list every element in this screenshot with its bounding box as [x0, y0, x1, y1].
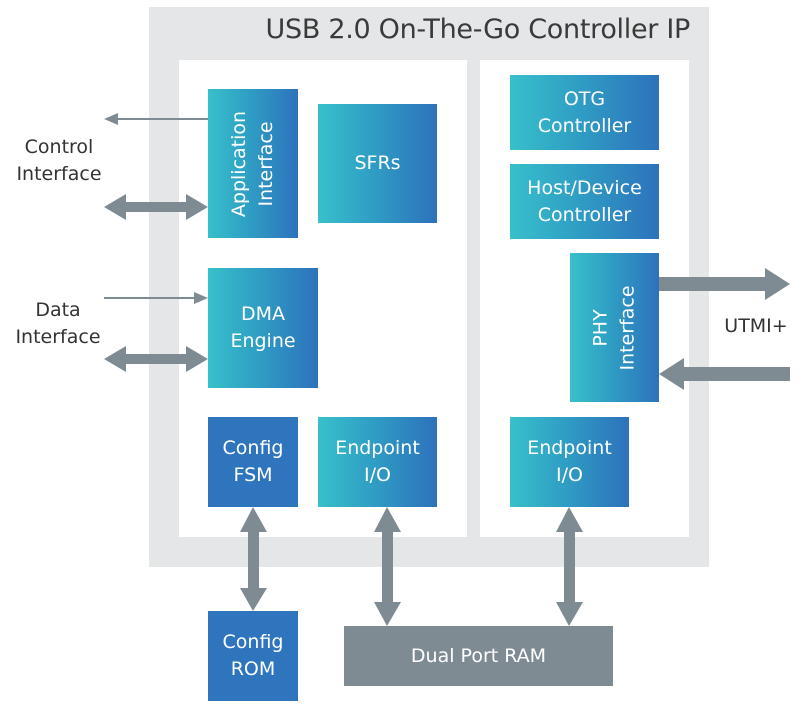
endpoint-right-ram-arrow	[556, 507, 583, 626]
connection-arrows	[104, 113, 790, 626]
data-bidirectional-arrow	[104, 346, 208, 372]
utmi-out-arrow	[659, 268, 790, 300]
config-fsm-rom-arrow	[240, 507, 267, 590]
config-rom-arrowhead	[240, 588, 267, 611]
endpoint-left-ram-arrow	[374, 507, 401, 626]
data-in-arrow	[104, 292, 208, 304]
control-out-arrow	[104, 113, 208, 125]
utmi-in-arrow	[659, 358, 790, 390]
control-bidirectional-arrow	[104, 194, 208, 220]
